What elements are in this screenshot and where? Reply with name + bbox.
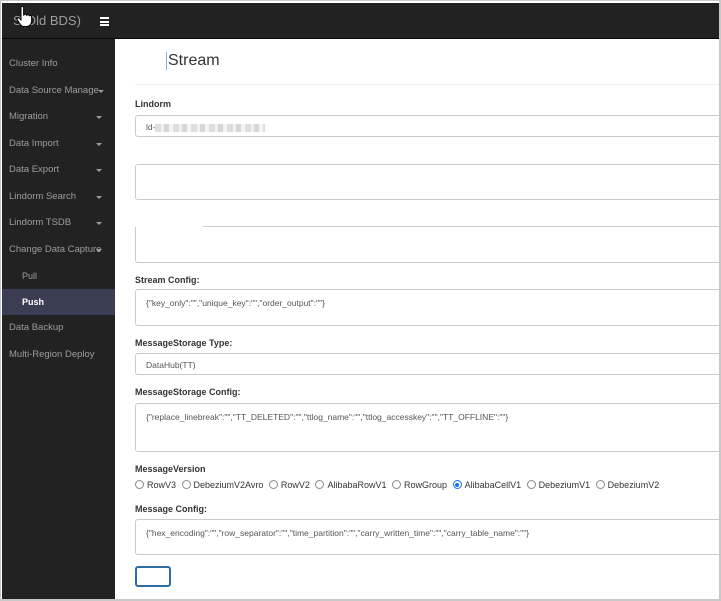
message-version-radio-group: RowV3 DebeziumV2Avro RowV2 AlibabaRowV1 … (135, 480, 662, 490)
sidebar-item-label: Multi-Region Deploy (9, 348, 95, 360)
sidebar-item-label: Push (22, 297, 45, 307)
page-header: Stream (135, 39, 719, 85)
message-storage-config-textarea[interactable]: {"replace_linebreak":"","TT_DELETED":"",… (135, 403, 719, 452)
caret-down-icon (98, 89, 104, 93)
lindorm-select[interactable]: ld- (135, 115, 719, 137)
sidebar-item-label: Data Backup (9, 322, 64, 333)
radio-label: DebeziumV1 (538, 480, 591, 490)
empty-field-2[interactable] (135, 220, 719, 263)
sidebar-item-label: Pull (22, 271, 38, 281)
hand-cursor-icon (16, 6, 32, 27)
sidebar-item-data-import[interactable]: Data Import (2, 131, 115, 158)
radio-label: RowGroup (404, 480, 448, 490)
redacted-instance-id (155, 123, 266, 132)
caret-down-icon (96, 116, 102, 119)
sidebar-item-label: Lindorm TSDB (9, 217, 72, 228)
sidebar-item-migration[interactable]: Migration (2, 104, 115, 131)
radio-label: DebeziumV2Avro (193, 480, 264, 490)
radio-label: RowV3 (147, 480, 177, 490)
radio-label: AlibabaCellV1 (464, 480, 522, 490)
sidebar-item-change-data-capture[interactable]: Change Data Capture (2, 237, 115, 264)
message-version-label: MessageVersion (135, 464, 206, 474)
sidebar-item-label: Data Export (9, 164, 60, 175)
sidebar: Cluster Info Data Source Manage Migratio… (2, 39, 115, 599)
radio-rowv3[interactable] (135, 480, 144, 489)
sidebar-item-label: Cluster Info (9, 58, 58, 69)
lindorm-value: ld- (146, 122, 156, 132)
radio-debeziumv2avro[interactable] (181, 480, 191, 489)
sidebar-item-data-backup[interactable]: Data Backup (2, 315, 115, 342)
main-content: Stream Lindorm ld- Stream Config: {"key_… (115, 39, 719, 599)
radio-alibabarowv1[interactable] (315, 480, 325, 489)
sidebar-item-label: Change Data Capture (9, 243, 102, 255)
caret-down-icon (96, 222, 102, 225)
message-config-label: Message Config: (135, 504, 208, 514)
sidebar-item-data-export[interactable]: Data Export (2, 157, 115, 184)
radio-label: AlibabaRowV1 (327, 480, 387, 490)
caret-down-icon (96, 195, 102, 199)
page-title: Stream (166, 52, 220, 70)
message-storage-type-label: MessageStorage Type: (135, 338, 233, 348)
app-window: S(Old BDS) Cluster Info Data Source Mana… (0, 0, 721, 601)
stream-config-label: Stream Config: (135, 275, 200, 285)
message-storage-config-label: MessageStorage Config: (135, 387, 241, 397)
radio-debeziumv2[interactable] (595, 480, 605, 489)
message-storage-type-select[interactable]: DataHub(TT) (135, 353, 719, 375)
stream-config-textarea[interactable]: {"key_only":"","unique_key":"","order_ou… (135, 289, 719, 326)
radio-debeziumv1[interactable] (526, 480, 536, 489)
empty-field-1[interactable] (135, 164, 719, 200)
radio-alibabacellv1[interactable] (452, 480, 462, 489)
sidebar-item-pull[interactable]: Pull (2, 263, 115, 289)
sidebar-item-label: Migration (9, 111, 49, 122)
caret-down-icon (96, 248, 102, 252)
sidebar-item-multi-region-deploy[interactable]: Multi-Region Deploy (2, 342, 115, 369)
field-mask (134, 220, 136, 227)
sidebar-item-lindorm-tsdb[interactable]: Lindorm TSDB (2, 210, 115, 237)
lindorm-label: Lindorm (135, 99, 171, 109)
radio-label: RowV2 (280, 480, 310, 490)
sidebar-item-push[interactable]: Push (2, 289, 115, 315)
caret-down-icon (96, 169, 102, 172)
radio-rowgroup[interactable] (392, 480, 402, 489)
radio-rowv2[interactable] (268, 480, 278, 489)
sidebar-item-label: Lindorm Search (9, 190, 77, 202)
message-config-textarea[interactable]: {"hex_encoding":"","row_separator":"","t… (135, 519, 719, 555)
hamburger-icon[interactable] (100, 17, 109, 26)
sidebar-item-label: Data Source Manage (9, 84, 99, 96)
caret-down-icon (96, 142, 102, 146)
sidebar-item-data-source-manage[interactable]: Data Source Manage (2, 78, 115, 105)
submit-button[interactable] (135, 566, 171, 587)
sidebar-item-cluster-info[interactable]: Cluster Info (2, 51, 115, 78)
sidebar-item-label: Data Import (9, 137, 59, 149)
radio-label: DebeziumV2 (607, 480, 660, 490)
top-navbar: S(Old BDS) (2, 3, 719, 39)
sidebar-item-lindorm-search[interactable]: Lindorm Search (2, 184, 115, 211)
